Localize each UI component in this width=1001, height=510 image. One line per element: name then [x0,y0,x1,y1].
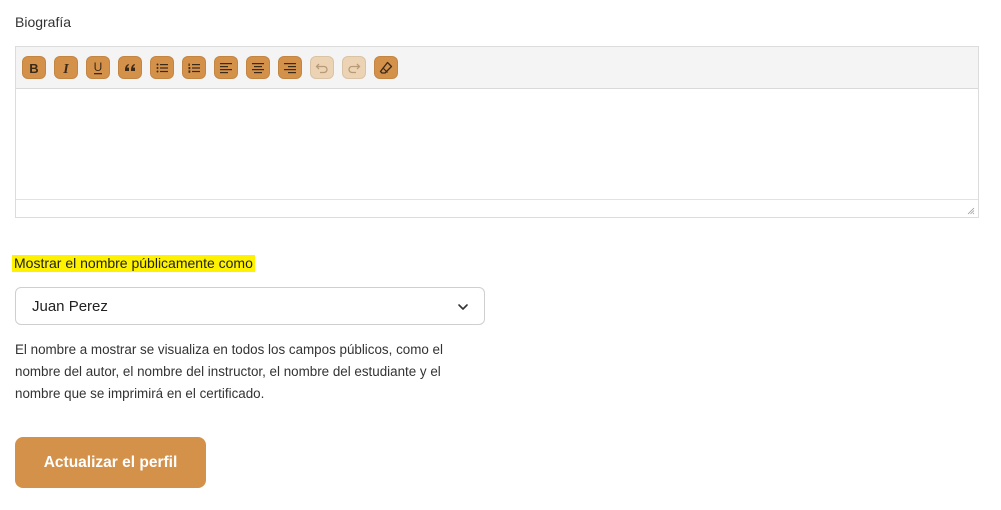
bullet-list-button[interactable] [150,56,174,79]
bullet-list-icon [156,63,168,72]
undo-icon [315,63,328,73]
svg-text:B: B [29,61,38,76]
display-name-selected-value: Juan Perez [32,297,108,315]
italic-icon: I [62,62,69,76]
svg-text:I: I [62,62,69,76]
editor-status-bar [16,200,978,218]
biography-label: Biografía [15,14,72,30]
display-name-help-text: El nombre a mostrar se visualiza en todo… [15,342,443,401]
bold-button[interactable]: B [22,56,46,79]
numbered-list-button[interactable] [182,56,206,79]
align-center-icon [252,62,264,73]
undo-button[interactable] [310,56,334,79]
bold-icon: B [29,61,38,76]
align-center-button[interactable] [246,56,270,79]
align-left-icon [220,62,232,73]
underline-button[interactable]: U [86,56,110,79]
eraser-icon [379,61,393,74]
underline-icon: U [94,60,103,74]
rich-text-editor: B I U [15,46,979,218]
align-right-button[interactable] [278,56,302,79]
numbered-list-icon [188,63,200,73]
align-right-icon [284,62,296,73]
blockquote-button[interactable] [118,56,142,79]
editor-toolbar: B I U [16,47,978,89]
italic-button[interactable]: I [54,56,78,79]
redo-button[interactable] [342,56,366,79]
chevron-down-icon [458,304,468,310]
update-profile-button[interactable]: Actualizar el perfil [15,437,206,488]
biography-textarea[interactable] [16,89,978,200]
blockquote-icon [125,63,135,71]
display-name-select[interactable]: Juan Perez [15,287,485,325]
display-name-label: Mostrar el nombre públicamente como [12,255,255,272]
clear-formatting-button[interactable] [374,56,398,79]
redo-icon [348,63,361,73]
resize-handle-icon[interactable] [967,207,975,215]
align-left-button[interactable] [214,56,238,79]
svg-text:U: U [94,60,103,74]
